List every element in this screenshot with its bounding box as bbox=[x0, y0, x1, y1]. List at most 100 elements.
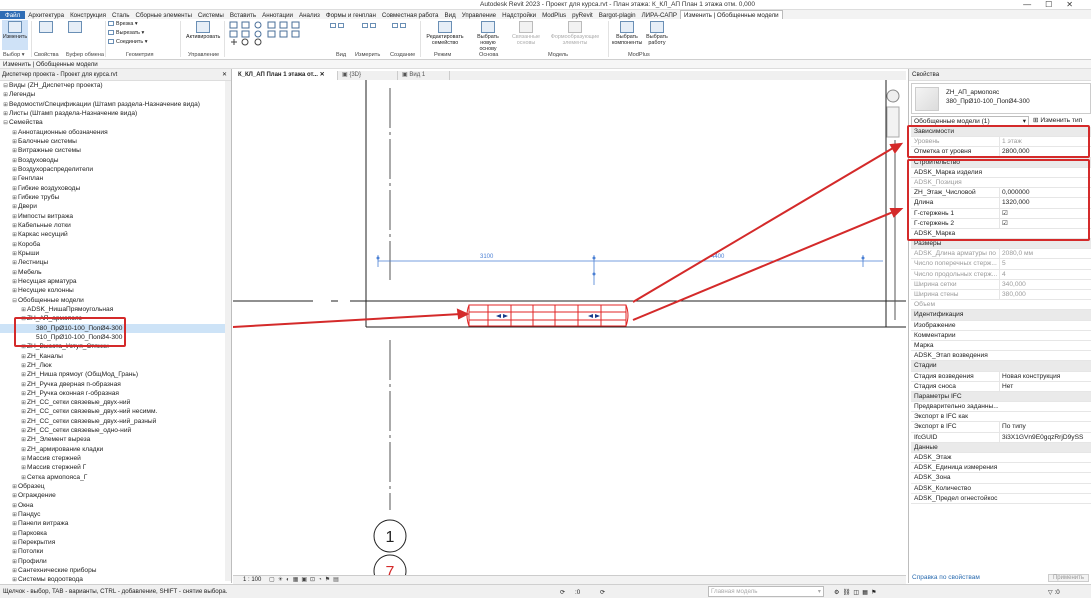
menu-tab-1[interactable]: Архитектура bbox=[25, 11, 67, 19]
tree-item[interactable]: ⊞Каркас несущий bbox=[0, 230, 231, 239]
expand-toggle-icon[interactable]: ⊞ bbox=[11, 520, 18, 528]
tree-item[interactable]: ⊞Воздухораспределители bbox=[0, 165, 231, 174]
menu-tab-10[interactable]: Совместная работа bbox=[379, 11, 442, 19]
tree-item[interactable]: ⊞Крыши bbox=[0, 249, 231, 258]
tree-item[interactable]: ⊞Сетка армопояса_Г bbox=[0, 473, 231, 482]
pick-components-button[interactable]: Выбрать компоненты bbox=[612, 20, 642, 50]
expand-toggle-icon[interactable]: ⊞ bbox=[20, 446, 27, 454]
expand-toggle-icon[interactable]: ⊞ bbox=[11, 175, 18, 183]
expand-toggle-icon[interactable]: ⊞ bbox=[11, 222, 18, 230]
modify-button[interactable]: Изменить bbox=[2, 20, 28, 50]
expand-toggle-icon[interactable]: ⊞ bbox=[11, 203, 18, 211]
expand-toggle-icon[interactable]: ⊞ bbox=[11, 558, 18, 566]
property-value[interactable]: 3i3X1GVn9E0gqzRrjD9ySS bbox=[999, 432, 1085, 443]
close-icon[interactable]: ✕ bbox=[222, 69, 227, 81]
tree-item[interactable]: ⊞ZH_Ниша прямоуг (ОбщМод_Грань) bbox=[0, 370, 231, 379]
menu-tab-16[interactable]: Bargot-plagin bbox=[596, 11, 639, 19]
expand-toggle-icon[interactable]: ⊞ bbox=[11, 259, 18, 267]
view-control-icons[interactable]: ▢☀◐▦▣⊡◔⚑▤ bbox=[269, 577, 342, 583]
expand-toggle-icon[interactable]: ⊞ bbox=[20, 436, 27, 444]
expand-toggle-icon[interactable]: ⊞ bbox=[11, 492, 18, 500]
tab-3d[interactable]: ▣ {3D} bbox=[338, 71, 398, 80]
view-tools[interactable] bbox=[330, 23, 346, 30]
modify-tools[interactable] bbox=[228, 20, 314, 48]
expand-toggle-icon[interactable]: ⊞ bbox=[20, 353, 27, 361]
tree-item[interactable]: ⊞Короба bbox=[0, 240, 231, 249]
tree-item[interactable]: ⊞Кабельные лотки bbox=[0, 221, 231, 230]
expand-toggle-icon[interactable]: ⊞ bbox=[11, 231, 18, 239]
expand-toggle-icon[interactable]: ⊞ bbox=[11, 185, 18, 193]
tree-item[interactable]: ⊞Лестницы bbox=[0, 258, 231, 267]
tree-item[interactable]: ⊞Парковка bbox=[0, 529, 231, 538]
menu-tab-4[interactable]: Сборные элементы bbox=[133, 11, 195, 19]
tree-item[interactable]: ⊞Окна bbox=[0, 501, 231, 510]
tree-item[interactable]: ⊞Панели витража bbox=[0, 519, 231, 528]
tree-item[interactable]: ⊞Профили bbox=[0, 557, 231, 566]
property-group[interactable]: Данные bbox=[911, 442, 1091, 453]
tree-item[interactable]: ⊞Балочные системы bbox=[0, 137, 231, 146]
tab-floor-plan[interactable]: К_КЛ_АП План 1 этажа от... ✕ bbox=[234, 71, 338, 80]
tree-item[interactable]: ⊞ZH_Ручка дверная п-образная bbox=[0, 380, 231, 389]
cutout-button[interactable]: Вырезать ▾ bbox=[108, 30, 144, 37]
tree-item[interactable]: ⊞ZH_СС_сетки связевые_двух-ний несимм. bbox=[0, 407, 231, 416]
tree-item[interactable]: ⊞Гибкие воздуховоды bbox=[0, 184, 231, 193]
expand-toggle-icon[interactable]: ⊞ bbox=[11, 213, 18, 221]
activate-button[interactable]: Активировать bbox=[186, 20, 220, 50]
formwork-button[interactable]: Формообразующие элементы bbox=[546, 20, 604, 50]
apply-button[interactable]: Применить bbox=[1047, 574, 1089, 582]
expand-toggle-icon[interactable]: ⊞ bbox=[11, 502, 18, 510]
expand-toggle-icon[interactable]: ⊞ bbox=[11, 548, 18, 556]
expand-toggle-icon[interactable]: ⊟ bbox=[2, 119, 9, 127]
browser-scrollbar[interactable] bbox=[225, 81, 231, 581]
tree-item[interactable]: ⊞ZH_Каналы bbox=[0, 352, 231, 361]
edit-family-button[interactable]: Редактировать семейство bbox=[424, 20, 466, 50]
menu-tab-11[interactable]: Вид bbox=[442, 11, 459, 19]
properties-button[interactable] bbox=[33, 20, 59, 50]
menu-tab-15[interactable]: pyRevit bbox=[569, 11, 596, 19]
tree-item[interactable]: ⊞ZH_Люк bbox=[0, 361, 231, 370]
tree-item[interactable]: ⊞Двери bbox=[0, 202, 231, 211]
related-hosts-button[interactable]: Связанные основы bbox=[508, 20, 544, 50]
expand-toggle-icon[interactable]: ⊞ bbox=[11, 287, 18, 295]
expand-toggle-icon[interactable]: ⊞ bbox=[11, 250, 18, 258]
tree-item[interactable]: ⊞Потолки bbox=[0, 547, 231, 556]
expand-toggle-icon[interactable]: ⊞ bbox=[20, 418, 27, 426]
pick-work-button[interactable]: Выбрать работу bbox=[644, 20, 670, 50]
tree-item[interactable]: ⊞ADSK_НишаПрямоугольная bbox=[0, 305, 231, 314]
create-tools[interactable] bbox=[392, 23, 408, 30]
expand-toggle-icon[interactable]: ⊞ bbox=[2, 110, 9, 118]
scale-label[interactable]: 1 : 100 bbox=[243, 577, 261, 583]
properties-help-link[interactable]: Справка по свойствам bbox=[912, 574, 980, 581]
expand-toggle-icon[interactable]: ⊞ bbox=[11, 157, 18, 165]
expand-toggle-icon[interactable]: ⊞ bbox=[20, 381, 27, 389]
tree-item[interactable]: ⊟Виды (ZH_Диспетчер проекта) bbox=[0, 81, 231, 90]
menu-tab-7[interactable]: Аннотации bbox=[259, 11, 296, 19]
expand-toggle-icon[interactable]: ⊞ bbox=[2, 101, 9, 109]
tree-item[interactable]: ⊞Легенды bbox=[0, 90, 231, 99]
tree-item[interactable]: ⊞ZH_СС_сетки связевые_двух-ний_разный bbox=[0, 417, 231, 426]
property-group[interactable]: Идентификация bbox=[911, 310, 1091, 321]
property-value[interactable]: По типу bbox=[999, 422, 1085, 433]
property-group[interactable]: Параметры IFC bbox=[911, 391, 1091, 403]
expand-toggle-icon[interactable]: ⊞ bbox=[20, 408, 27, 416]
menu-tab-17[interactable]: ЛИРА-САПР bbox=[639, 11, 680, 19]
expand-toggle-icon[interactable]: ⊞ bbox=[11, 194, 18, 202]
expand-toggle-icon[interactable]: ⊞ bbox=[11, 530, 18, 538]
expand-toggle-icon[interactable]: ⊞ bbox=[11, 539, 18, 547]
tree-item[interactable]: ⊞Ведомости/Спецификации (Штамп раздела-Н… bbox=[0, 100, 231, 109]
tree-item[interactable]: ⊞ZH_армирование кладки bbox=[0, 445, 231, 454]
paste-button[interactable] bbox=[62, 20, 88, 50]
select-group-label[interactable]: Выбор ▾ bbox=[3, 52, 25, 58]
tree-item[interactable]: ⊞Мебель bbox=[0, 268, 231, 277]
tree-item[interactable]: ⊞Несущая арматура bbox=[0, 277, 231, 286]
active-model-dropdown[interactable]: Главная модель ▾ bbox=[708, 586, 824, 597]
expand-toggle-icon[interactable]: ⊞ bbox=[11, 269, 18, 277]
expand-toggle-icon[interactable]: ⊞ bbox=[11, 129, 18, 137]
pick-new-host-button[interactable]: Выбрать новую основу bbox=[472, 20, 504, 52]
expand-toggle-icon[interactable]: ⊞ bbox=[11, 241, 18, 249]
drawing-canvas[interactable]: 3100 4400 1 7 bbox=[233, 80, 906, 575]
tree-item[interactable]: ⊞Генплан bbox=[0, 174, 231, 183]
tree-item[interactable]: ⊞Массив стержней bbox=[0, 454, 231, 463]
tree-item[interactable]: ⊞Витражные системы bbox=[0, 146, 231, 155]
expand-toggle-icon[interactable]: ⊞ bbox=[11, 483, 18, 491]
